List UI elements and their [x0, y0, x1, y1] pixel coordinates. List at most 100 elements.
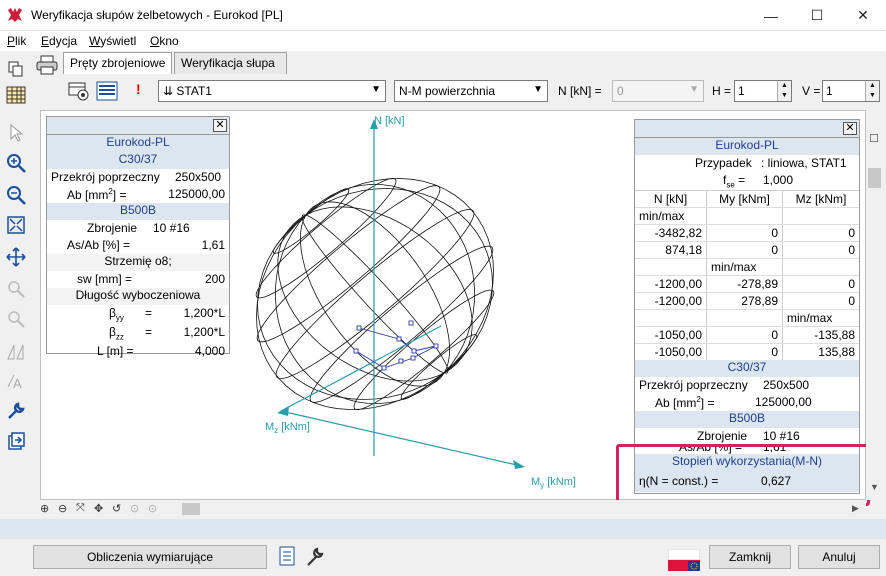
- close-panel-button[interactable]: ✕: [213, 119, 227, 132]
- case-row: Przypadek: liniowa, STAT1: [635, 155, 859, 172]
- print-icon[interactable]: [36, 55, 58, 75]
- zoom-previous-icon: [4, 307, 28, 331]
- stirrup-row: Strzemię o8;: [47, 254, 229, 271]
- tab-weryfikacja-slupa[interactable]: Weryfikacja słupa: [174, 52, 287, 74]
- table-row: -1200,00 278,89 0: [635, 292, 859, 309]
- close-button[interactable]: Zamknij: [709, 545, 791, 569]
- minmax-cell: [635, 259, 707, 275]
- drawing-canvas[interactable]: N [kN] Mz [kNm] My [kNm] ✕ Eurokod-PL C3…: [40, 110, 866, 500]
- reinforcement-value: 10 #16: [763, 429, 800, 443]
- left-toolbar: A: [0, 51, 32, 516]
- menu-edycja[interactable]: Edycja: [41, 34, 77, 48]
- table-cell: 874,18: [635, 242, 707, 258]
- minimize-button[interactable]: —: [748, 0, 794, 31]
- view-type-select-value: N-M powierzchnia: [399, 84, 496, 98]
- mini-zoom-window-icon: ⊙: [130, 503, 140, 515]
- close-panel-button[interactable]: ✕: [843, 122, 857, 135]
- ab-label-main: Ab [mm: [655, 396, 697, 410]
- chevron-down-icon: ▼: [533, 84, 543, 95]
- table-cell: -1050,00: [635, 344, 707, 360]
- alert-icon[interactable]: !: [136, 81, 141, 97]
- zoom-in-icon[interactable]: [4, 151, 28, 175]
- list-view-icon[interactable]: [96, 80, 118, 102]
- right-results-panel: ✕ Eurokod-PL Przypadek: liniowa, STAT1 f…: [634, 119, 860, 494]
- menu-wyswietl[interactable]: Wyświetl: [89, 34, 136, 48]
- table-icon[interactable]: [4, 83, 28, 107]
- mini-zoom-out-icon[interactable]: ⊖: [58, 502, 67, 515]
- n-force-value: 0: [617, 84, 624, 98]
- standard-name: Eurokod-PL: [47, 135, 229, 152]
- hscroll-thumb[interactable]: [182, 503, 200, 515]
- concrete-class: C30/37: [47, 152, 229, 169]
- buckling-header: Długość wyboczeniowa: [47, 288, 229, 305]
- asab-label: As/Ab [%] =: [67, 238, 131, 252]
- view-type-select[interactable]: N-M powierzchnia ▼: [394, 80, 548, 102]
- scroll-right-arrow-icon[interactable]: ▶: [852, 503, 859, 514]
- settings-wrench-icon[interactable]: [304, 545, 326, 569]
- copy-icon[interactable]: [4, 57, 28, 81]
- scroll-down-arrow-icon[interactable]: ▼: [870, 482, 879, 492]
- sw-row: sw [mm] = 200: [47, 271, 229, 288]
- export-icon[interactable]: [4, 429, 28, 453]
- ab-label: Ab [mm2] =: [655, 394, 714, 411]
- tab-prety-zbrojeniowe[interactable]: Pręty zbrojeniowe: [63, 52, 172, 74]
- h-spinner[interactable]: 1 ▲ ▼: [734, 80, 792, 102]
- maximize-button[interactable]: ☐: [794, 0, 840, 31]
- beta-yy-row: βyy = 1,200*L: [47, 305, 229, 324]
- select-arrow-icon[interactable]: [4, 121, 28, 145]
- left-info-panel: ✕ Eurokod-PL C30/37 Przekrój poprzeczny 2…: [46, 116, 230, 358]
- section-row: Przekrój poprzeczny 250x500: [635, 377, 859, 394]
- report-icon[interactable]: [278, 545, 300, 569]
- mini-zoom-in-icon[interactable]: ⊕: [40, 502, 49, 515]
- table-cell: 0: [848, 226, 855, 240]
- wrench-icon[interactable]: [4, 399, 28, 423]
- n-force-label: N [kN] =: [558, 84, 602, 98]
- table-cell: -278,89: [707, 276, 783, 292]
- table-cell: 0: [848, 277, 855, 291]
- zoom-out-icon[interactable]: [4, 183, 28, 207]
- table-cell: 0: [707, 327, 783, 343]
- vertical-scrollbar[interactable]: ☐ ▼: [866, 110, 883, 500]
- horizontal-scrollbar[interactable]: ⊕ ⊖ ⤧ ✥ ↺ ⊙ ⊙ ▶: [32, 500, 866, 518]
- beta-zz-main: β: [109, 325, 116, 339]
- section-value: 250x500: [175, 170, 222, 184]
- v-spinner[interactable]: 1 ▲ ▼: [822, 80, 880, 102]
- mz-axis-arrow-icon: [277, 406, 289, 416]
- load-case-select[interactable]: ⇊ STAT1 ▼: [158, 80, 386, 102]
- v-value: 1: [826, 84, 833, 98]
- section-view-icon[interactable]: [68, 80, 90, 102]
- v-label: V =: [802, 84, 821, 98]
- mini-fit-icon[interactable]: ⤧: [76, 502, 85, 515]
- concrete-class: C30/37: [635, 360, 859, 377]
- mini-pan-icon[interactable]: ✥: [94, 502, 103, 515]
- table-row: -1200,00 -278,89 0: [635, 275, 859, 292]
- menu-okno[interactable]: Okno: [150, 34, 179, 48]
- my-axis-main: M: [531, 476, 541, 488]
- steel-class: B500B: [635, 411, 859, 428]
- table-row: 874,18 0 0: [635, 241, 859, 258]
- minmax-row: min/max: [635, 258, 859, 275]
- menu-plik[interactable]: Plik: [7, 34, 26, 48]
- mesh-line: [309, 245, 494, 403]
- scroll-thumb[interactable]: [868, 168, 881, 188]
- spinner-arrows-icon[interactable]: ▲ ▼: [865, 81, 879, 101]
- mesh-line: [255, 177, 397, 299]
- my-axis-line: [280, 410, 522, 467]
- pan-icon[interactable]: [4, 245, 28, 269]
- beta-yy-eq: =: [145, 306, 153, 320]
- cancel-button[interactable]: Anuluj: [798, 545, 880, 569]
- zoom-fit-icon[interactable]: [4, 213, 28, 237]
- mesh-line: [257, 214, 445, 400]
- calculations-button[interactable]: Obliczenia wymiarujące: [33, 545, 267, 569]
- mini-rotate-icon[interactable]: ↺: [112, 502, 121, 515]
- my-axis-unit: [kNm]: [544, 476, 576, 488]
- my-axis-label: My [kNm]: [531, 476, 576, 490]
- scroll-restore-icon[interactable]: ☐: [869, 132, 879, 145]
- close-window-button[interactable]: ✕: [840, 0, 886, 31]
- title-bar: Weryfikacja słupów żelbetowych - Eurokod…: [0, 0, 886, 31]
- table-cell: -1050,00: [635, 327, 707, 343]
- minmax-cell: [707, 310, 783, 326]
- mesh-line: [353, 289, 495, 411]
- app-icon: [8, 8, 22, 22]
- spinner-arrows-icon[interactable]: ▲ ▼: [777, 81, 791, 101]
